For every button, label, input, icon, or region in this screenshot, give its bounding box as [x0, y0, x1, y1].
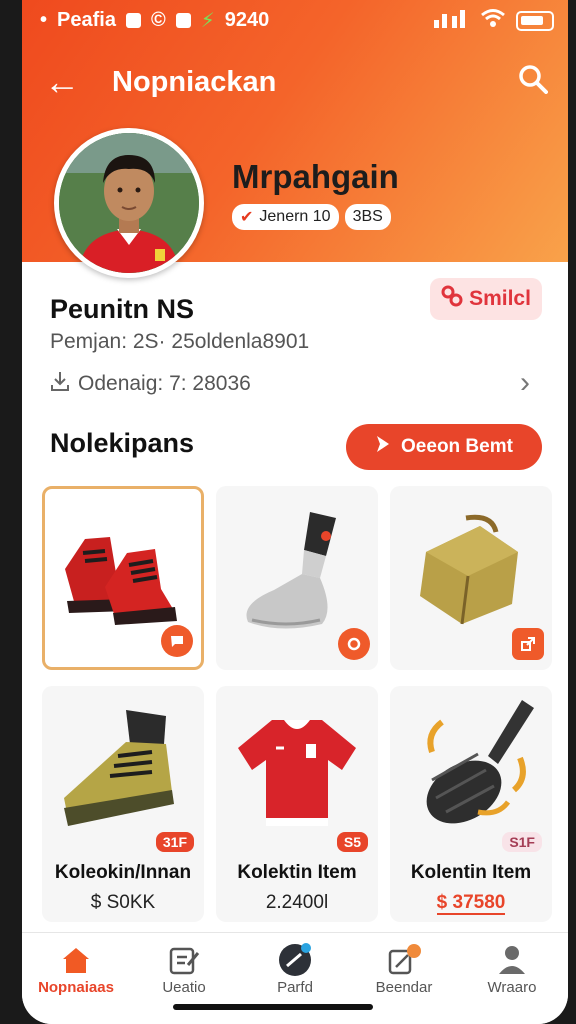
upload-icon: [50, 370, 70, 398]
collection-item-card[interactable]: S5 Kolektin Item 2.2400l: [216, 686, 378, 922]
info-detail-1: Pemjan: 2S· 25oldenla8901: [50, 330, 310, 353]
play-icon: [375, 435, 391, 459]
score-badge: 3BS: [344, 204, 391, 230]
chat-badge-icon[interactable]: [161, 625, 193, 657]
edit-icon: [134, 941, 234, 979]
tab-notes[interactable]: Beendar: [354, 941, 454, 996]
item-name: Kolentin Item: [410, 862, 532, 883]
tab-home-label: Nopnaiaas: [38, 979, 114, 996]
info-detail-2-text: Odenaig: 7: 28036: [78, 372, 251, 395]
tab-profile[interactable]: Wraaro: [462, 941, 562, 996]
carrier-text: Peafia: [57, 9, 116, 31]
chevron-right-icon[interactable]: ›: [520, 366, 530, 400]
item-price-tag: S5: [336, 832, 368, 852]
item-name: Kolektin Item: [237, 862, 357, 883]
tab-create-label: Parfd: [277, 979, 313, 996]
item-price: $ S0KK: [90, 892, 156, 913]
collection-item-card[interactable]: [390, 486, 552, 670]
check-icon: ✔: [240, 209, 254, 226]
red-jersey-icon: [232, 708, 362, 837]
notification-icon: [125, 13, 141, 28]
bottom-nav: Nopnaiaas Ueatio Parfd Beendar Wraaro: [22, 932, 568, 1024]
status-bar: • Peafia © ⚡ 9240: [22, 6, 568, 36]
item-name: Koleokin/Innan: [54, 862, 192, 883]
item-price-tag: S1F: [502, 832, 542, 852]
gold-boot-icon: [56, 700, 192, 835]
home-icon: [26, 941, 126, 979]
profile-name: Mrpahgain: [232, 158, 399, 195]
share-badge-icon[interactable]: [512, 628, 544, 660]
network-icon: ⚡: [200, 10, 215, 32]
tab-edit-label: Ueatio: [162, 979, 206, 996]
shin-guard-icon: [230, 504, 366, 639]
app-screen: • Peafia © ⚡ 9240 ← Nopniackan Mrpahgain…: [22, 0, 568, 1024]
sync-icon: ©: [150, 9, 166, 31]
home-indicator[interactable]: [173, 1004, 373, 1010]
hand-badge-icon[interactable]: [338, 628, 370, 660]
dot-icon: •: [40, 9, 48, 31]
red-boots-icon: [55, 509, 195, 634]
tab-edit[interactable]: Ueatio: [134, 941, 234, 996]
collection-cta-label: Oeeon Bemt: [401, 436, 513, 457]
collection-item-card[interactable]: S1F Kolentin Item $ 37580: [390, 686, 552, 922]
collection-title: Nolekipans: [50, 428, 195, 458]
top-nav: ← Nopniackan: [22, 58, 568, 108]
bag-icon: [406, 512, 536, 637]
item-price-tag: 31F: [155, 832, 194, 852]
collection-cta-button[interactable]: Oeeon Bemt: [346, 424, 542, 470]
info-title: Peunitn NS: [50, 294, 195, 324]
grip-tool-icon: [402, 694, 542, 839]
note-icon: [354, 941, 454, 979]
avatar[interactable]: [54, 128, 204, 278]
item-price: 2.2400l: [265, 892, 329, 913]
battery-icon: [516, 11, 554, 31]
info-detail-2[interactable]: Odenaig: 7: 28036: [50, 370, 251, 398]
pen-icon: [245, 941, 345, 979]
search-icon[interactable]: [518, 64, 548, 99]
action-button-label: Smilcl: [469, 287, 531, 310]
collection-item-card[interactable]: [216, 486, 378, 670]
page-title: Nopniackan: [112, 66, 277, 98]
tab-notes-label: Beendar: [375, 979, 433, 996]
message-icon: [175, 13, 191, 28]
action-button[interactable]: Smilcl: [430, 278, 542, 320]
tab-profile-label: Wraaro: [487, 979, 537, 996]
profile-badges: ✔ Jenern 10 3BS: [232, 204, 391, 230]
status-time: 9240: [224, 9, 270, 31]
item-price: $ 37580: [390, 892, 552, 915]
collection-item-card[interactable]: [42, 486, 204, 670]
level-badge: ✔ Jenern 10: [232, 204, 339, 230]
wifi-icon: [480, 8, 506, 34]
collection-item-card[interactable]: 31F Koleokin/Innan $ S0KK: [42, 686, 204, 922]
level-badge-label: Jenern 10: [259, 208, 331, 225]
signal-icon: [434, 8, 470, 34]
tab-home[interactable]: Nopnaiaas: [26, 941, 126, 996]
link-icon: [441, 285, 463, 313]
tab-create[interactable]: Parfd: [245, 941, 345, 996]
back-arrow-icon[interactable]: ←: [44, 62, 80, 102]
item-price-value: $ 37580: [436, 892, 506, 915]
user-icon: [462, 941, 562, 979]
